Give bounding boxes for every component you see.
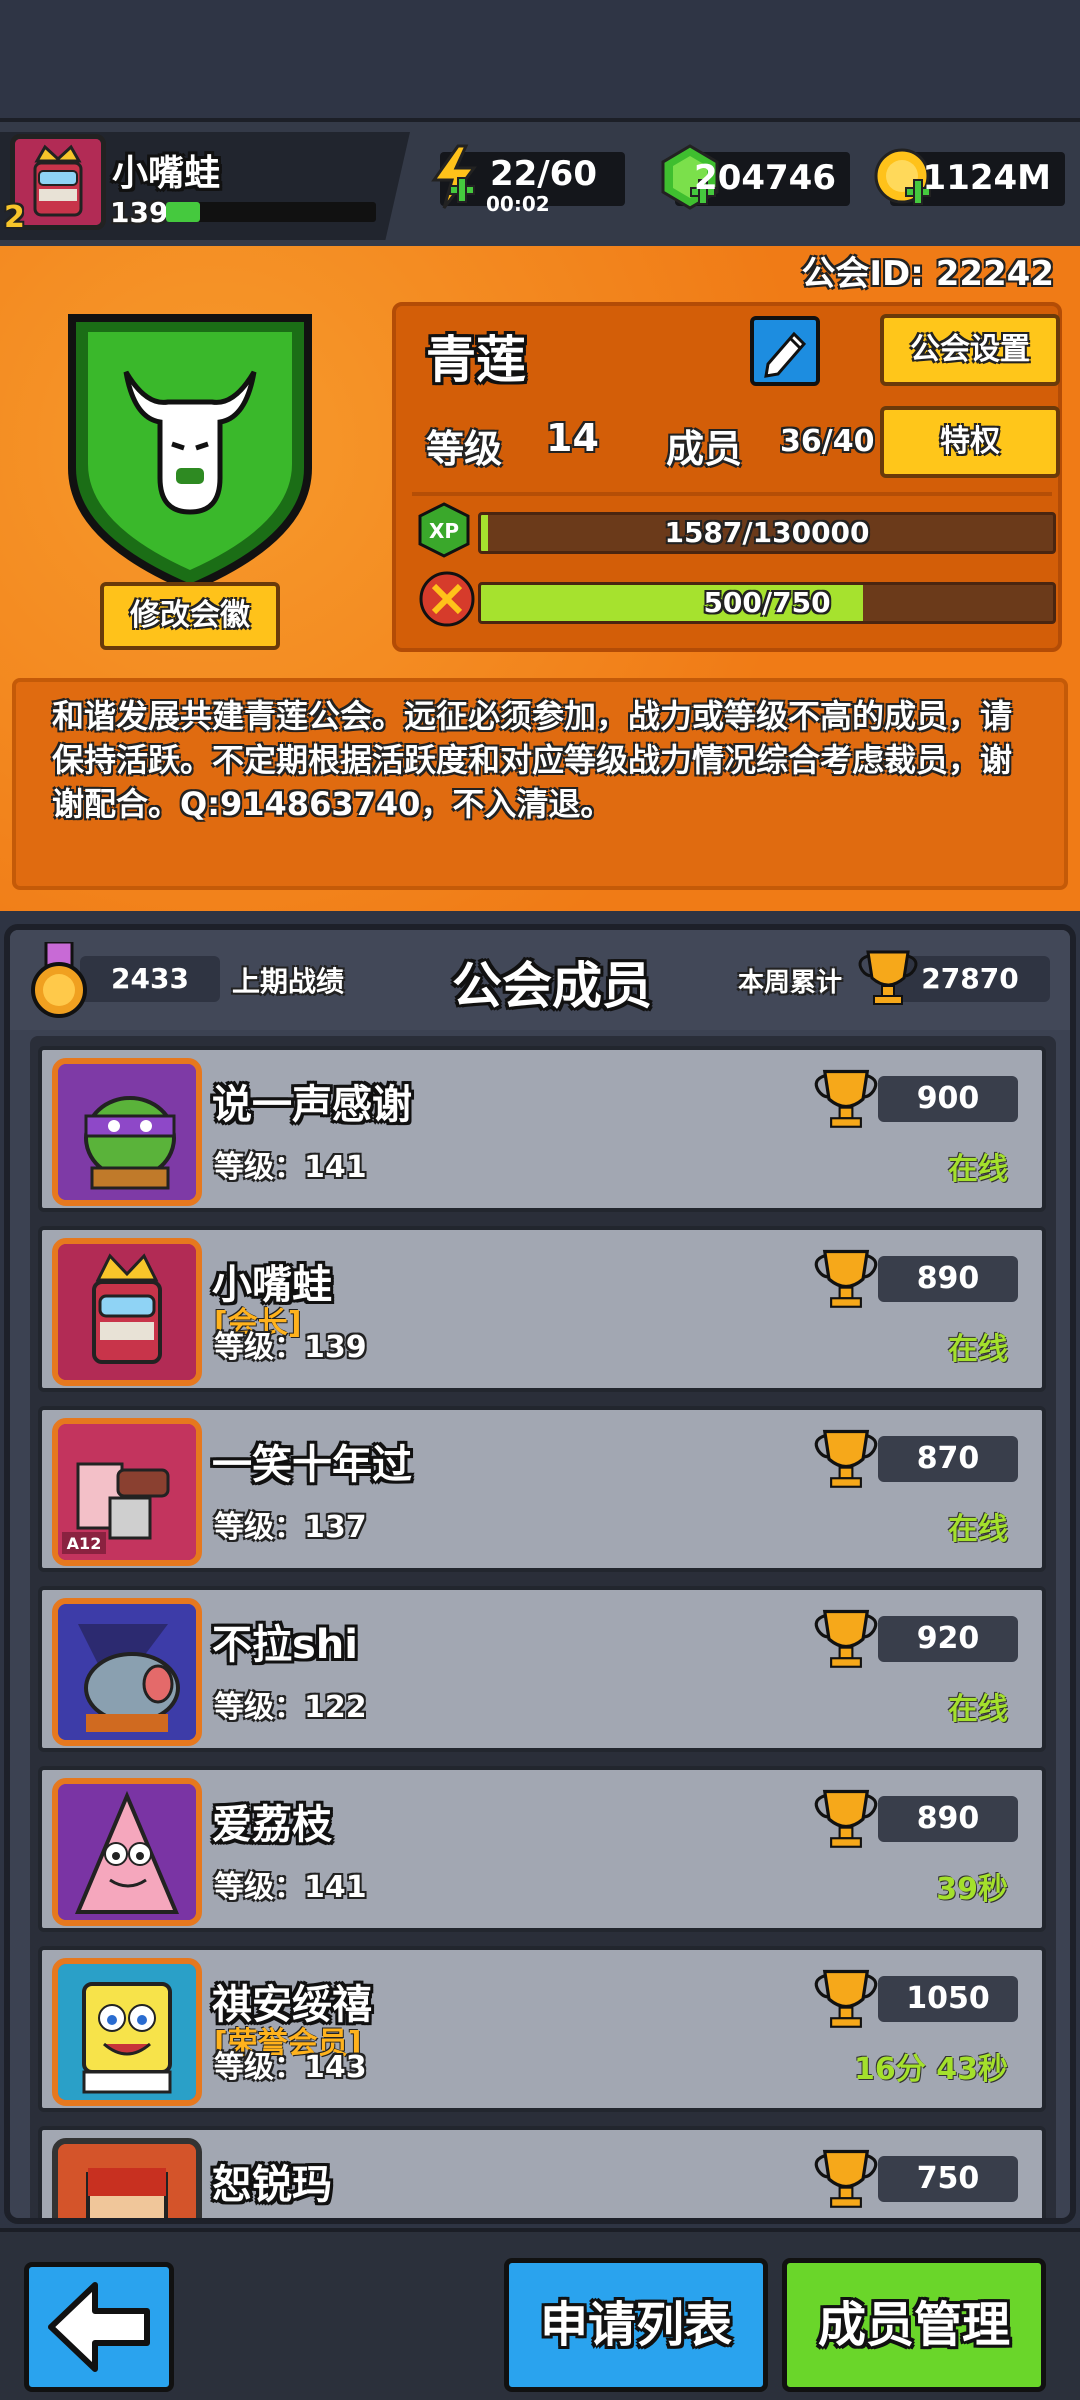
member-avatar[interactable] bbox=[52, 2138, 202, 2218]
member-status: 39秒 bbox=[936, 1872, 1008, 1907]
guild-xp-bar: 1587/130000 bbox=[478, 512, 1056, 554]
trophy-icon bbox=[814, 1969, 878, 2028]
war-shield-icon bbox=[419, 571, 475, 627]
last-war-value: 2433 bbox=[80, 956, 220, 1002]
gems-counter[interactable]: 204746 bbox=[661, 144, 850, 210]
top-resource-bar: 2 小嘴蛙 139 22/60 00:02 204746 1124M bbox=[0, 118, 1080, 246]
member-avatar[interactable] bbox=[52, 1778, 202, 1926]
member-level: 等级：139 bbox=[214, 1330, 367, 1365]
energy-bolt-plus-icon[interactable] bbox=[420, 142, 490, 212]
members-panel: 2433 上期战绩 公会成员 本周累计 27870 说一声感谢 等级：141 9… bbox=[4, 924, 1076, 2224]
member-avatar[interactable] bbox=[52, 1598, 202, 1746]
bottom-bar: 申请列表 成员管理 bbox=[0, 2228, 1080, 2400]
member-name: 一笑十年过 bbox=[212, 1442, 412, 1488]
member-row[interactable]: 恕锐玛 750 bbox=[38, 2126, 1046, 2218]
member-name: 不拉shi bbox=[212, 1622, 358, 1668]
edit-emblem-button[interactable]: 修改会徽 bbox=[100, 582, 280, 650]
guild-level-label: 等级 bbox=[426, 427, 503, 471]
member-points: 1050 bbox=[878, 1976, 1018, 2022]
member-row[interactable]: 不拉shi 等级：122 920 在线 bbox=[38, 1586, 1046, 1752]
member-avatar[interactable] bbox=[52, 1958, 202, 2106]
member-status: 在线 bbox=[948, 1152, 1008, 1187]
member-points: 890 bbox=[878, 1796, 1018, 1842]
energy-value: 22/60 bbox=[489, 154, 597, 194]
member-status: 在线 bbox=[948, 1692, 1008, 1727]
member-row[interactable]: 爱荔枝 等级：141 890 39秒 bbox=[38, 1766, 1046, 1932]
guild-id: 公会ID: 22242 bbox=[801, 254, 1054, 294]
member-row[interactable]: 小嘴蛙 [会长] 等级：139 890 在线 bbox=[38, 1226, 1046, 1392]
member-level: 等级：141 bbox=[214, 1150, 367, 1185]
back-button[interactable] bbox=[24, 2262, 174, 2392]
member-name: 恕锐玛 bbox=[212, 2162, 332, 2208]
member-status: 16分 43秒 bbox=[854, 2052, 1008, 2087]
member-avatar[interactable] bbox=[52, 1058, 202, 1206]
trophy-icon bbox=[814, 1429, 878, 1488]
guild-name: 青莲 bbox=[426, 331, 526, 389]
guild-war-bar: 500/750 bbox=[478, 582, 1056, 624]
member-row[interactable]: 说一声感谢 等级：141 900 在线 bbox=[38, 1046, 1046, 1212]
member-level: 等级：143 bbox=[214, 2050, 367, 2085]
pencil-icon bbox=[764, 331, 807, 378]
guild-level-value: 14 bbox=[546, 416, 599, 460]
member-name: 说一声感谢 bbox=[212, 1082, 412, 1128]
member-points: 890 bbox=[878, 1256, 1018, 1302]
member-row[interactable]: 祺安绥禧 [荣誉会员] 等级：143 1050 16分 43秒 bbox=[38, 1946, 1046, 2112]
coins-counter[interactable]: 1124M bbox=[874, 148, 1065, 206]
trophy-icon bbox=[814, 1789, 878, 1848]
xp-badge-icon: XP bbox=[418, 502, 470, 558]
guild-war-text: 500/750 bbox=[703, 586, 831, 619]
guild-xp-text: 1587/130000 bbox=[664, 516, 870, 549]
members-header: 2433 上期战绩 公会成员 本周累计 27870 bbox=[10, 930, 1070, 1030]
member-avatar[interactable]: A12 bbox=[52, 1418, 202, 1566]
guild-description: 和谐发展共建青莲公会。远征必须参加，战力或等级不高的成员，请保持活跃。不定期根据… bbox=[12, 678, 1068, 890]
medal-icon bbox=[31, 942, 87, 1018]
member-list[interactable]: 说一声感谢 等级：141 900 在线 小嘴蛙 [会长] 等级：139 890 bbox=[30, 1036, 1056, 2218]
privilege-button[interactable]: 特权 bbox=[880, 406, 1060, 478]
member-avatar[interactable] bbox=[52, 1238, 202, 1386]
member-manage-button[interactable]: 成员管理 bbox=[782, 2258, 1046, 2392]
energy-counter[interactable]: 22/60 00:02 bbox=[431, 144, 625, 216]
back-arrow-icon bbox=[48, 2282, 150, 2372]
member-points: 920 bbox=[878, 1616, 1018, 1662]
avatar-badge-text: A12 bbox=[67, 1534, 102, 1553]
member-name: 爱荔枝 bbox=[212, 1802, 332, 1848]
energy-timer: 00:02 bbox=[486, 192, 550, 216]
guild-members-label: 成员 bbox=[666, 427, 743, 471]
members-title: 公会成员 bbox=[452, 957, 652, 1015]
gems-value: 204746 bbox=[694, 158, 836, 198]
guild-settings-button[interactable]: 公会设置 bbox=[880, 314, 1060, 386]
member-points: 900 bbox=[878, 1076, 1018, 1122]
xp-badge-text: XP bbox=[429, 519, 459, 543]
guild-info-panel: 公会ID: 22242 修改会徽 青莲 公会设置 等级 14 成员 36/40 … bbox=[0, 246, 1080, 911]
player-rank: 2 bbox=[4, 200, 25, 235]
member-points: 750 bbox=[878, 2156, 1018, 2202]
member-status: 在线 bbox=[948, 1512, 1008, 1547]
trophy-icon bbox=[814, 1609, 878, 1668]
divider bbox=[412, 492, 1052, 496]
guild-stats-box: 青莲 公会设置 等级 14 成员 36/40 特权 XP 1587/130000 bbox=[392, 302, 1062, 652]
member-status: 在线 bbox=[948, 1332, 1008, 1367]
trophy-icon bbox=[858, 950, 918, 1005]
member-level: 等级：122 bbox=[214, 1690, 367, 1725]
trophy-icon bbox=[814, 1069, 878, 1128]
guild-members-value: 36/40 bbox=[780, 424, 875, 459]
rename-button[interactable] bbox=[750, 316, 820, 386]
guild-emblem-icon[interactable] bbox=[52, 298, 328, 598]
member-level: 等级：137 bbox=[214, 1510, 367, 1545]
member-level: 等级：141 bbox=[214, 1870, 367, 1905]
trophy-icon bbox=[814, 1249, 878, 1308]
member-points: 870 bbox=[878, 1436, 1018, 1482]
player-level: 139 bbox=[110, 196, 169, 229]
apply-list-button[interactable]: 申请列表 bbox=[504, 2258, 768, 2392]
player-xp-bar bbox=[166, 202, 376, 222]
week-total-label: 本周累计 bbox=[738, 968, 843, 998]
player-name: 小嘴蛙 bbox=[112, 153, 221, 194]
last-war-label: 上期战绩 bbox=[232, 965, 345, 998]
coins-value: 1124M bbox=[922, 158, 1051, 198]
status-bar bbox=[0, 0, 1080, 118]
trophy-icon bbox=[814, 2149, 878, 2208]
member-row[interactable]: A12 一笑十年过 等级：137 870 在线 bbox=[38, 1406, 1046, 1572]
